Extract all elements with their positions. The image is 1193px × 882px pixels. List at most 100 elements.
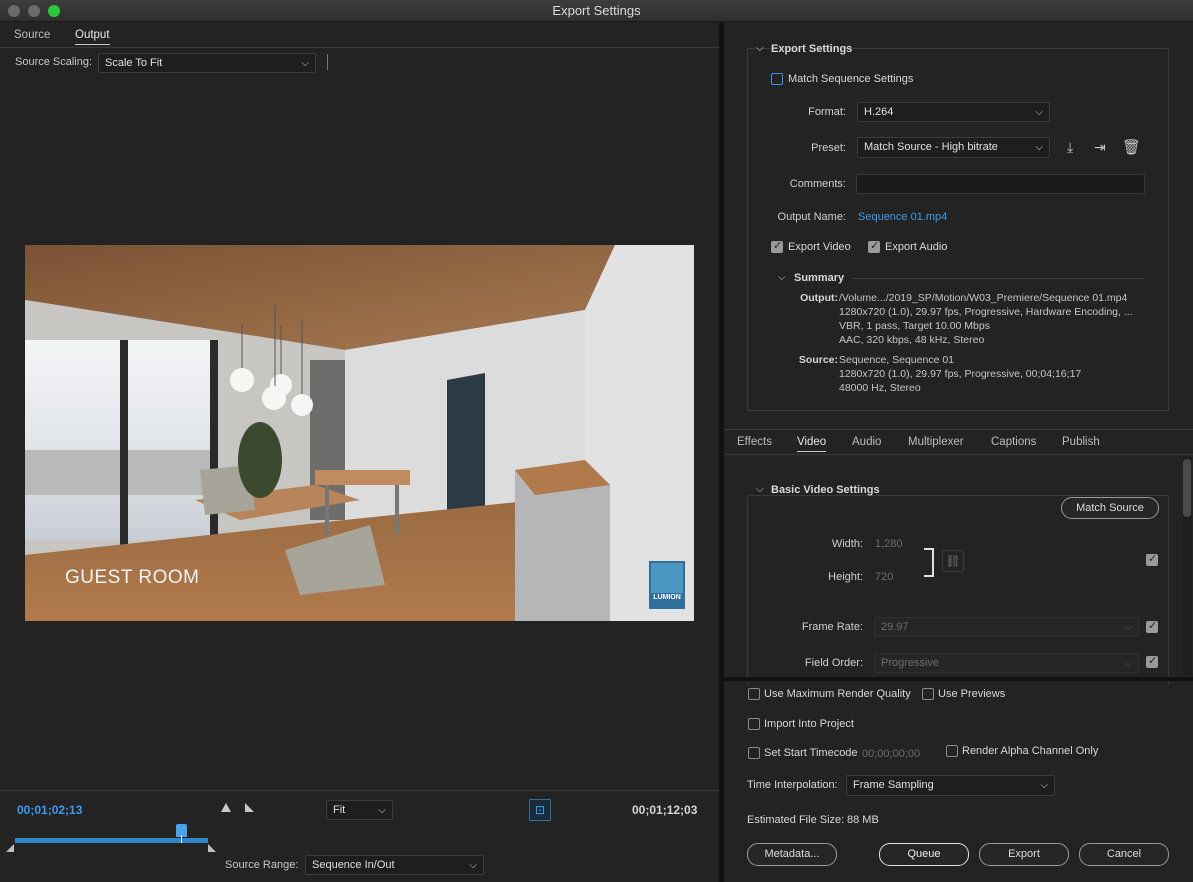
source-scaling-dropdown[interactable]: Scale To Fit ⌵	[98, 53, 316, 73]
out-point-marker[interactable]	[208, 844, 216, 852]
start-timecode-value[interactable]: 00;00;00;00	[862, 748, 920, 760]
preset-value: Match Source - High bitrate	[864, 141, 998, 153]
max-render-quality-checkbox[interactable]	[748, 688, 760, 700]
render-alpha-label: Render Alpha Channel Only	[962, 745, 1099, 757]
frame-rate-label: Frame Rate:	[801, 621, 863, 633]
tab-effects[interactable]: Effects	[737, 436, 772, 451]
width-label: Width:	[831, 538, 863, 550]
comments-input[interactable]	[856, 174, 1145, 194]
match-sequence-checkbox[interactable]	[771, 73, 783, 85]
tab-audio[interactable]: Audio	[852, 436, 881, 451]
estimated-size-label: Estimated File Size:	[747, 814, 845, 826]
link-icon[interactable]: ⛓	[942, 550, 964, 572]
tab-multiplexer[interactable]: Multiplexer	[908, 436, 964, 451]
use-previews-checkbox[interactable]	[922, 688, 934, 700]
export-button[interactable]: Export	[979, 843, 1069, 866]
guest-room-caption: GUEST ROOM	[65, 567, 200, 588]
time-interpolation-value: Frame Sampling	[853, 779, 934, 791]
window-title: Export Settings	[552, 3, 641, 18]
scrollbar-thumb[interactable]	[1183, 459, 1191, 517]
match-size-checkbox[interactable]	[1146, 552, 1158, 566]
zoom-value: Fit	[333, 804, 346, 816]
metadata-button[interactable]: Metadata...	[747, 843, 837, 866]
summary-output-line: /Volume.../2019_SP/Motion/W03_Premiere/S…	[839, 292, 1128, 304]
zoom-dropdown[interactable]: Fit ⌵	[326, 800, 393, 820]
match-source-button[interactable]: Match Source	[1061, 497, 1159, 519]
summary-output-line: AAC, 320 kbps, 48 kHz, Stereo	[839, 334, 985, 346]
lumion-badge: LUMION	[653, 594, 681, 601]
summary-source-line: Sequence, Sequence 01	[839, 354, 955, 366]
set-start-timecode-checkbox[interactable]	[748, 747, 760, 759]
time-interpolation-dropdown[interactable]: Frame Sampling ⌵	[846, 775, 1055, 796]
export-audio-checkbox[interactable]	[868, 239, 880, 253]
width-value[interactable]: 1,280	[875, 538, 903, 550]
export-settings-title: Export Settings	[771, 43, 853, 55]
summary-source-line: 48000 Hz, Stereo	[839, 382, 921, 394]
comments-label: Comments:	[789, 178, 846, 190]
chevron-down-icon: ⌵	[1035, 142, 1043, 153]
video-preview: GUEST ROOM LUMION	[25, 245, 694, 621]
aspect-link-bracket	[924, 548, 934, 577]
export-video-checkbox[interactable]	[771, 239, 783, 253]
in-point-marker[interactable]	[6, 844, 14, 852]
summary-title: Summary	[794, 272, 845, 284]
set-out-point-icon[interactable]	[245, 803, 254, 812]
preset-dropdown[interactable]: Match Source - High bitrate ⌵	[857, 137, 1050, 158]
summary-source-details: Sequence, Sequence 01 1280x720 (1.0), 29…	[839, 353, 1159, 395]
chevron-down-icon: ⌵	[301, 58, 309, 69]
tab-video[interactable]: Video	[797, 436, 827, 452]
chevron-down-icon[interactable]: ⌵	[756, 484, 764, 495]
match-field-order-checkbox[interactable]	[1146, 654, 1158, 668]
import-into-project-checkbox[interactable]	[748, 718, 760, 730]
field-order-dropdown[interactable]: Progressive ⌵	[874, 653, 1139, 673]
preview-panel: Source Output Source Scaling: Scale To F…	[0, 23, 719, 882]
chevron-down-icon: ⌵	[1035, 107, 1043, 118]
playhead-line	[181, 835, 182, 843]
summary-output-details: /Volume.../2019_SP/Motion/W03_Premiere/S…	[839, 291, 1159, 347]
end-timecode: 00;01;12;03	[632, 803, 698, 817]
chevron-down-icon[interactable]: ⌵	[756, 43, 764, 54]
crop-divider	[327, 54, 328, 70]
format-dropdown[interactable]: H.264 ⌵	[857, 102, 1050, 122]
height-value[interactable]: 720	[875, 571, 893, 583]
save-preset-icon[interactable]: ⤓	[1067, 139, 1073, 156]
cancel-button[interactable]: Cancel	[1079, 843, 1169, 866]
summary-source-line: 1280x720 (1.0), 29.97 fps, Progressive, …	[839, 368, 1082, 380]
format-value: H.264	[864, 106, 894, 118]
summary-divider	[852, 278, 1144, 279]
chevron-down-icon[interactable]: ⌵	[778, 272, 786, 283]
tab-source[interactable]: Source	[14, 29, 50, 44]
delete-preset-icon[interactable]: 🗑	[1122, 138, 1141, 156]
export-options-panel: Use Maximum Render Quality Use Previews …	[724, 681, 1193, 882]
chevron-down-icon: ⌵	[378, 805, 386, 816]
export-video-label: Export Video	[788, 241, 851, 253]
match-sequence-label: Match Sequence Settings	[788, 73, 914, 85]
time-interpolation-label: Time Interpolation:	[747, 779, 838, 791]
set-in-point-icon[interactable]	[221, 803, 231, 812]
output-name-link[interactable]: Sequence 01.mp4	[858, 211, 947, 223]
import-preset-icon[interactable]: ⇥	[1094, 139, 1106, 156]
frame-rate-dropdown[interactable]: 29.97 ⌵	[874, 617, 1139, 637]
tab-output[interactable]: Output	[75, 29, 110, 45]
summary-output-line: 1280x720 (1.0), 29.97 fps, Progressive, …	[839, 306, 1133, 318]
timeline-range-bar[interactable]	[15, 838, 208, 843]
tab-captions[interactable]: Captions	[991, 436, 1036, 451]
chevron-down-icon: ⌵	[469, 860, 477, 871]
source-range-dropdown[interactable]: Sequence In/Out ⌵	[305, 855, 484, 875]
current-timecode[interactable]: 00;01;02;13	[17, 803, 82, 817]
preview-scene	[25, 245, 694, 621]
summary-output-line: VBR, 1 pass, Target 10.00 Mbps	[839, 320, 990, 332]
tab-divider	[0, 47, 719, 48]
summary-source-label: Source:	[798, 354, 838, 366]
import-into-project-label: Import Into Project	[764, 718, 854, 730]
summary-output-label: Output:	[800, 292, 838, 304]
tab-publish[interactable]: Publish	[1062, 436, 1100, 451]
source-scaling-label: Source Scaling:	[15, 56, 93, 68]
settings-panel: ⌵ Export Settings Match Sequence Setting…	[724, 23, 1193, 685]
export-audio-label: Export Audio	[885, 241, 948, 253]
timeline-divider	[0, 790, 719, 791]
aspect-ratio-correction-icon[interactable]: ⊡	[529, 799, 551, 821]
queue-button[interactable]: Queue	[879, 843, 969, 866]
match-frame-rate-checkbox[interactable]	[1146, 619, 1158, 633]
render-alpha-checkbox[interactable]	[946, 745, 958, 757]
